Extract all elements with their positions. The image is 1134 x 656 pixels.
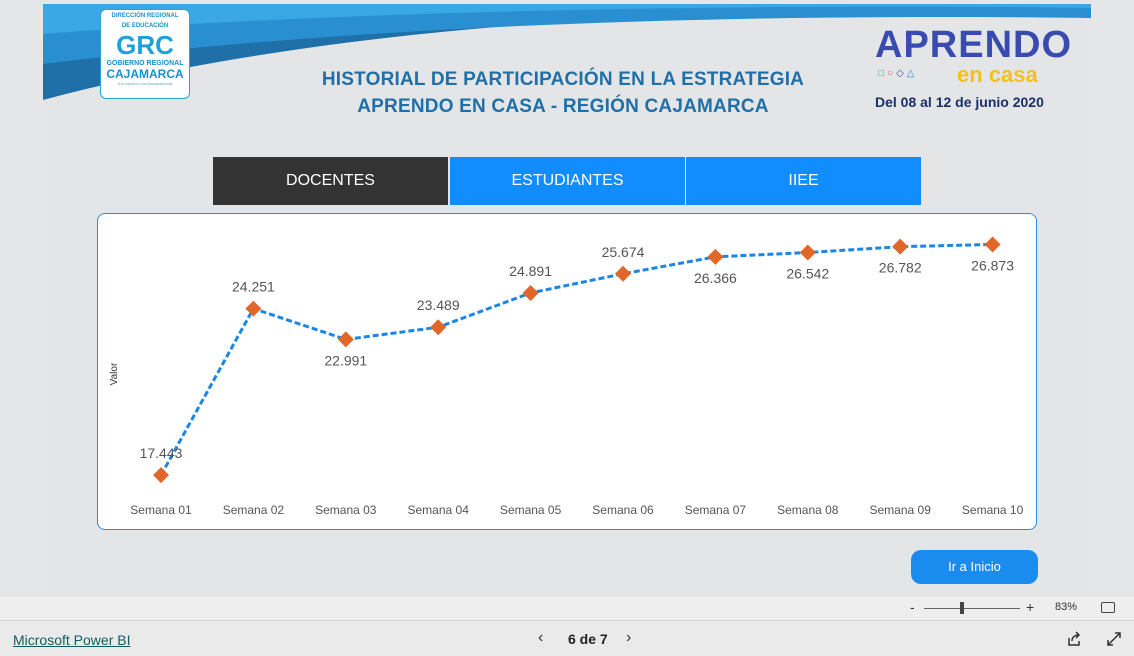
chevron-left-icon[interactable]: ‹ [538, 629, 543, 647]
data-label: 23.489 [417, 297, 460, 313]
report-canvas: DIRECCIÓN REGIONAL DE EDUCACIÓN GRC GOBI… [43, 4, 1091, 594]
data-point-marker[interactable] [337, 331, 354, 348]
data-label: 26.782 [879, 260, 922, 276]
logo-mark: GRC [116, 30, 174, 60]
power-bi-link[interactable]: Microsoft Power BI [13, 632, 130, 648]
data-label: 26.366 [694, 270, 737, 286]
data-point-marker[interactable] [615, 265, 631, 282]
data-label: 24.891 [509, 263, 552, 279]
data-label: 17.443 [140, 445, 183, 461]
zoom-out-button[interactable]: - [910, 599, 915, 615]
data-point-marker[interactable] [707, 248, 724, 265]
tab-docentes[interactable]: DOCENTES [213, 157, 448, 205]
series-line [159, 242, 993, 476]
aprendo-word: APRENDO [875, 24, 1073, 66]
x-tick-label: Semana 06 [592, 503, 654, 517]
share-icon[interactable] [1066, 631, 1082, 647]
zoom-level: 83% [1055, 601, 1078, 613]
x-tick-label: Semana 04 [408, 503, 470, 517]
logo-line-4: CAJAMARCA [106, 67, 184, 81]
x-tick-label: Semana 09 [870, 503, 932, 517]
x-tick-label: Semana 07 [685, 503, 747, 517]
data-label: 25.674 [602, 244, 645, 260]
logo-line-2: DE EDUCACIÓN [121, 23, 169, 29]
data-label: 26.873 [971, 257, 1014, 273]
tab-iiee[interactable]: IIEE [686, 157, 921, 205]
page-title: HISTORIAL DE PARTICIPACIÓN EN LA ESTRATE… [293, 66, 833, 120]
en-casa-word: en casa [957, 62, 1038, 87]
fit-to-page-icon[interactable] [1101, 602, 1115, 613]
title-line-1: HISTORIAL DE PARTICIPACIÓN EN LA ESTRATE… [321, 69, 805, 90]
data-point-marker[interactable] [522, 284, 539, 301]
data-label: 26.542 [786, 266, 829, 282]
chevron-right-icon[interactable]: › [626, 629, 631, 647]
page-indicator: 6 de 7 [568, 631, 608, 647]
data-point-marker[interactable] [984, 236, 1001, 253]
data-point-marker[interactable] [245, 300, 262, 317]
x-tick-label: Semana 03 [315, 503, 377, 517]
x-tick-label: Semana 08 [777, 503, 839, 517]
zoom-slider-track[interactable] [924, 608, 1020, 609]
x-tick-label: Semana 02 [223, 503, 285, 517]
line-chart-card: Valor 17.443 Semana 01 24.251 Semana 02 22.9… [97, 213, 1037, 530]
zoom-in-button[interactable]: + [1026, 599, 1034, 615]
data-point-marker[interactable] [799, 244, 816, 261]
zoom-slider-thumb[interactable] [960, 602, 965, 614]
data-point-marker[interactable] [153, 467, 169, 484]
footer-bar: Microsoft Power BI ‹ 6 de 7 › [0, 620, 1134, 656]
grc-logo: DIRECCIÓN REGIONAL DE EDUCACIÓN GRC GOBI… [100, 9, 190, 99]
tab-estudiantes[interactable]: ESTUDIANTES [450, 157, 685, 205]
x-tick-label: Semana 05 [500, 503, 562, 517]
title-line-2: APRENDO EN CASA - REGIÓN CAJAMARCA [357, 96, 769, 117]
expand-icon[interactable] [1106, 631, 1122, 647]
x-tick-label: Semana 10 [962, 503, 1024, 517]
data-point-marker[interactable] [430, 319, 447, 336]
go-home-button[interactable]: Ir a Inicio [911, 550, 1038, 584]
data-label: 24.251 [232, 279, 275, 295]
logo-tagline: A tu servicio con transparencia [117, 81, 173, 86]
zoom-bar: - + 83% [0, 595, 1134, 620]
logo-line-1: DIRECCIÓN REGIONAL [111, 13, 179, 19]
data-point-marker[interactable] [892, 238, 909, 255]
x-tick-label: Semana 01 [130, 503, 192, 517]
aprendo-en-casa-logo: APRENDO □○◇△ en casa [875, 24, 1075, 87]
shapes-icon: □○◇△ [878, 68, 918, 79]
data-label: 22.991 [324, 352, 367, 368]
date-range: Del 08 al 12 de junio 2020 [875, 94, 1044, 110]
line-chart: 17.443 Semana 01 24.251 Semana 02 22.991 Sema… [130, 236, 1024, 517]
